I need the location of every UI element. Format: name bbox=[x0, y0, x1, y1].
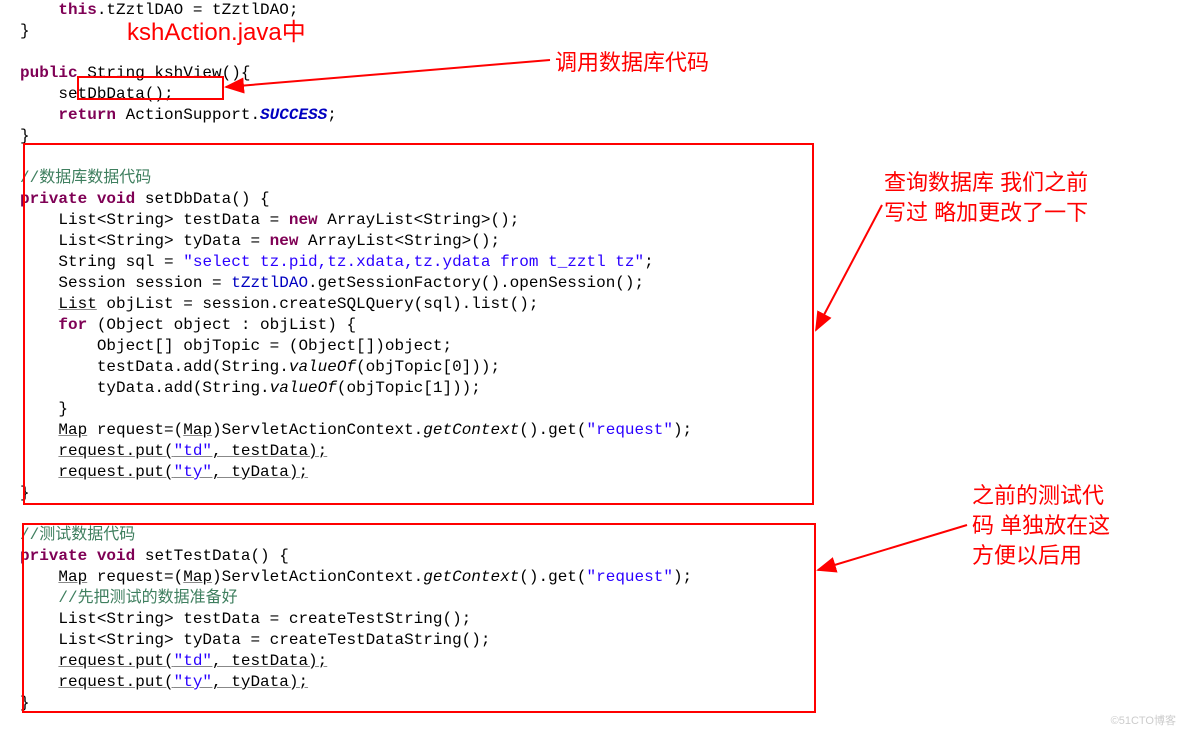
annotation-query-db-1: 查询数据库 我们之前 bbox=[884, 165, 1088, 197]
highlight-box-test-method bbox=[22, 523, 816, 713]
arrow-3 bbox=[812, 520, 972, 580]
annotation-test-code-1: 之前的测试代 bbox=[972, 478, 1104, 510]
annotation-query-db-2: 写过 略加更改了一下 bbox=[884, 195, 1088, 227]
annotation-call-db: 调用数据库代码 bbox=[555, 45, 709, 77]
watermark: ©51CTO博客 bbox=[1111, 712, 1176, 728]
annotation-test-code-3: 方便以后用 bbox=[972, 538, 1082, 570]
annotation-title: kshAction.java中 bbox=[127, 12, 306, 47]
annotation-test-code-2: 码 单独放在这 bbox=[972, 508, 1110, 540]
arrow-2 bbox=[810, 200, 890, 340]
highlight-box-db-method bbox=[23, 143, 814, 505]
highlight-box-setdbdata bbox=[77, 76, 224, 100]
code-line: return ActionSupport.SUCCESS; bbox=[20, 105, 810, 126]
code-line bbox=[20, 504, 810, 525]
